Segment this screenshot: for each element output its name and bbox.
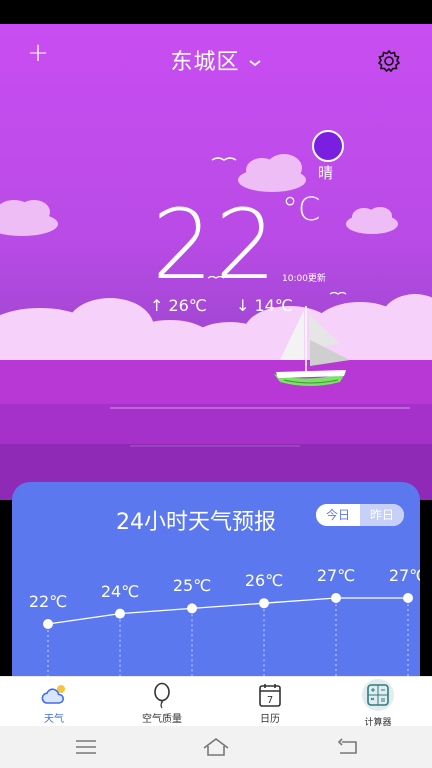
home-icon[interactable] bbox=[202, 736, 230, 758]
weather-condition: 晴 bbox=[318, 164, 334, 182]
hour-temperature-label: 26℃ bbox=[244, 571, 284, 591]
city-selector[interactable]: 东城区 bbox=[0, 44, 432, 76]
bottom-tab-bar: 天气 空气质量 7 日历 计算器 bbox=[0, 676, 432, 728]
current-temperature: 22 bbox=[152, 189, 279, 301]
back-icon[interactable] bbox=[336, 736, 360, 758]
update-time: 10:00更新 bbox=[282, 274, 326, 284]
calendar-icon: 7 bbox=[259, 684, 281, 707]
tab-label: 日历 bbox=[260, 714, 280, 725]
hour-point bbox=[115, 608, 125, 619]
moon-icon bbox=[312, 130, 344, 162]
system-nav-bar bbox=[0, 726, 432, 768]
temperature-unit: °C bbox=[282, 190, 321, 228]
hour-temperature-label: 27℃ bbox=[388, 566, 420, 585]
city-name: 东城区 bbox=[170, 50, 240, 75]
balloon-icon bbox=[154, 682, 170, 709]
gear-icon[interactable] bbox=[376, 48, 402, 74]
hourly-forecast-card: 24小时天气预报 昨日 今日 22℃ 24℃ 25℃ 26℃ 27℃ 27℃ bbox=[12, 482, 420, 678]
tab-weather[interactable]: 天气 bbox=[0, 677, 108, 727]
top-bar: + 东城区 bbox=[0, 24, 432, 96]
status-bar bbox=[0, 0, 432, 24]
temperature-line bbox=[47, 597, 408, 625]
hour-point bbox=[403, 593, 413, 603]
calculator-icon bbox=[362, 679, 394, 711]
tab-air-quality[interactable]: 空气质量 bbox=[108, 677, 216, 727]
hour-point bbox=[43, 619, 53, 629]
arrow-down-icon: ↓ bbox=[236, 296, 250, 315]
hour-temperature-label: 22℃ bbox=[28, 592, 68, 611]
hour-temperature-label: 25℃ bbox=[172, 576, 212, 596]
tab-label: 空气质量 bbox=[142, 714, 182, 725]
hour-point bbox=[259, 598, 269, 609]
hour-temperature-label: 24℃ bbox=[100, 581, 140, 601]
low-temperature: ↓ 14℃ bbox=[236, 296, 293, 315]
hour-point bbox=[187, 603, 197, 614]
chevron-down-icon bbox=[248, 60, 261, 67]
high-temperature: ↑ 26℃ bbox=[150, 296, 207, 315]
tab-calculator[interactable]: 计算器 bbox=[324, 677, 432, 728]
cloud-sun-icon bbox=[41, 685, 65, 704]
arrow-up-icon: ↑ bbox=[150, 296, 164, 315]
tab-label: 天气 bbox=[44, 714, 64, 725]
hour-point bbox=[331, 593, 341, 603]
tab-calendar[interactable]: 7 日历 bbox=[216, 677, 324, 727]
hour-temperature-label: 27℃ bbox=[316, 566, 356, 585]
calendar-day: 7 bbox=[267, 695, 273, 706]
menu-icon[interactable] bbox=[74, 736, 98, 758]
